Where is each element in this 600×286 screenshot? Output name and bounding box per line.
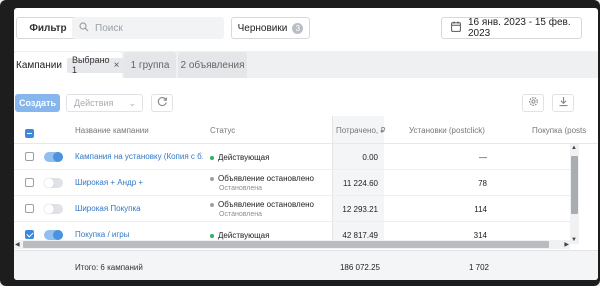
status-dot-icon (210, 155, 214, 160)
selected-chip: Выбрано 1 × (66, 55, 125, 75)
total-spent: 186 072.25 (339, 263, 380, 272)
table-row[interactable]: Кампания на установку (Копия с б... Дейс… (14, 144, 574, 170)
row-checkbox[interactable] (25, 178, 34, 187)
campaign-name-link[interactable]: Широкая Покупка (75, 204, 203, 213)
date-range-text: 16 янв. 2023 - 15 фев. 2023 (468, 17, 571, 39)
download-icon (558, 96, 569, 110)
close-icon[interactable]: × (114, 60, 120, 71)
toggle-knob (53, 230, 63, 240)
table-row[interactable]: Широкая Покупка Объявление остановлено О… (14, 196, 574, 222)
create-label: Создать (18, 98, 56, 108)
tab-ads-label: 2 объявления (180, 59, 245, 71)
scroll-up-icon[interactable]: ▲ (571, 145, 577, 151)
download-button[interactable] (552, 94, 574, 112)
header-spent[interactable]: Потрачено, ₽ (336, 126, 385, 135)
status-text: Объявление остановлено (218, 174, 315, 183)
installs-value: 314 (473, 231, 487, 240)
row-toggle[interactable] (44, 152, 63, 162)
scroll-left-icon[interactable]: ◀ (15, 241, 20, 248)
spent-value: 11 224.60 (343, 179, 378, 188)
row-toggle[interactable] (44, 178, 63, 188)
status-text: Объявление остановлено (218, 200, 315, 209)
status-dot-icon (210, 202, 214, 207)
row-toggle[interactable] (44, 230, 63, 240)
refresh-icon (157, 96, 168, 110)
totals-row: Итого: 6 кампаний 186 072.25 1 702 (14, 250, 598, 280)
installs-value: 114 (474, 205, 487, 214)
vertical-scroll-thumb[interactable] (571, 156, 578, 214)
row-checkbox[interactable] (25, 152, 34, 161)
selected-chip-label: Выбрано 1 (71, 55, 110, 75)
spent-value: 42 817.49 (342, 231, 378, 240)
header-purchase[interactable]: Покупка (posts (532, 126, 586, 135)
header-installs[interactable]: Установки (postclick) (409, 126, 485, 135)
search-icon (79, 21, 89, 35)
row-toggle[interactable] (44, 204, 63, 214)
create-button[interactable]: Создать (15, 94, 60, 112)
window-frame: Фильтр Поиск Черновики 3 16 янв. 2023 - … (0, 0, 600, 286)
table-settings-button[interactable] (522, 94, 544, 112)
scroll-right-icon[interactable]: ▶ (564, 241, 569, 248)
tab-ads[interactable]: 2 объявления (178, 52, 247, 78)
spent-value: 0.00 (362, 153, 378, 162)
status-text: Действующая (218, 153, 270, 162)
table-row[interactable]: Покупка / игры Действующая 42 817.49 314 (14, 222, 574, 242)
horizontal-scrollbar[interactable]: ◀ ▶ (14, 240, 570, 249)
drafts-count-badge: 3 (292, 22, 304, 34)
status-cell: Действующая (210, 153, 269, 162)
tab-campaigns-label: Кампании (16, 59, 62, 71)
table-row[interactable]: Широкая + Андр + Объявление остановлено … (14, 170, 574, 196)
scroll-down-icon[interactable]: ▼ (571, 237, 577, 243)
campaigns-panel: Фильтр Поиск Черновики 3 16 янв. 2023 - … (14, 8, 598, 280)
header-name[interactable]: Название кампании (75, 126, 149, 135)
toggle-knob (44, 178, 54, 188)
total-installs: 1 702 (468, 263, 489, 272)
status-subtext: Остановлена (219, 185, 263, 192)
tab-groups-label: 1 группа (130, 59, 170, 71)
header-status[interactable]: Статус (210, 126, 235, 135)
filter-button[interactable]: Фильтр (16, 17, 80, 39)
row-checkbox[interactable] (25, 204, 34, 213)
tab-campaigns[interactable]: Кампании Выбрано 1 × (14, 52, 125, 78)
gear-icon (528, 96, 539, 110)
refresh-button[interactable] (151, 94, 173, 112)
campaign-name-link[interactable]: Широкая + Андр + (75, 178, 203, 187)
campaign-name-link[interactable]: Покупка / игры (75, 230, 203, 239)
row-checkbox[interactable] (25, 230, 34, 239)
calendar-icon (451, 21, 461, 35)
tab-groups[interactable]: 1 группа (124, 52, 176, 78)
date-range-picker[interactable]: 16 янв. 2023 - 15 фев. 2023 (441, 17, 582, 39)
campaign-name-link[interactable]: Кампания на установку (Копия с б... (75, 152, 203, 161)
vertical-scrollbar[interactable]: ▲ ▼ (570, 144, 579, 244)
search-input[interactable]: Поиск (72, 17, 224, 39)
installs-value: — (479, 153, 487, 162)
status-cell: Объявление остановлено Остановлена (210, 174, 314, 192)
spent-value: 12 293.21 (342, 205, 378, 214)
search-placeholder: Поиск (95, 22, 123, 34)
toggle-knob (44, 204, 54, 214)
status-cell: Действующая (210, 231, 269, 240)
filter-label: Фильтр (29, 22, 67, 34)
select-all-checkbox[interactable] (25, 129, 34, 138)
status-subtext: Остановлена (219, 211, 263, 218)
chevron-down-icon: ⌄ (128, 98, 136, 108)
horizontal-scroll-thumb[interactable] (23, 241, 549, 248)
total-label: Итого: 6 кампаний (75, 263, 143, 272)
status-dot-icon (210, 176, 214, 181)
installs-value: 78 (478, 179, 487, 188)
actions-placeholder: Действия (74, 98, 114, 108)
toggle-knob (53, 152, 63, 162)
actions-dropdown[interactable]: Действия ⌄ (66, 94, 143, 112)
table-header: Название кампании Статус Потрачено, ₽ Ус… (14, 116, 598, 144)
status-dot-icon (210, 233, 214, 238)
drafts-label: Черновики (237, 22, 288, 34)
drafts-button[interactable]: Черновики 3 (231, 17, 310, 39)
status-cell: Объявление остановлено Остановлена (210, 200, 314, 218)
status-text: Действующая (218, 231, 270, 240)
